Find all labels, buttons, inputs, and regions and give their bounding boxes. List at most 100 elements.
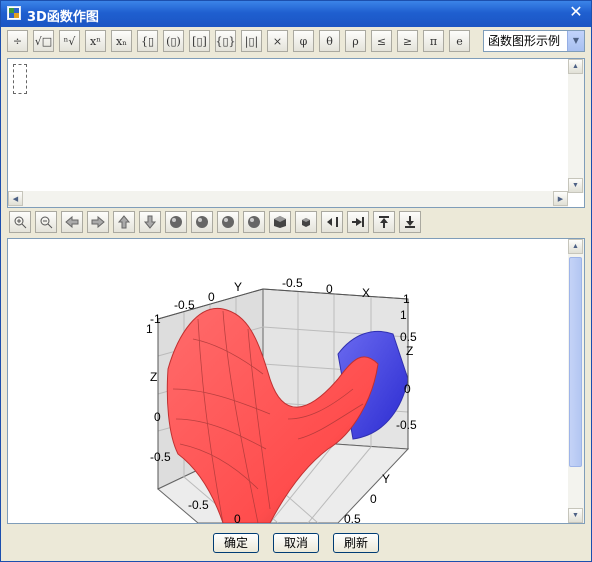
tick-label: -0.5 (282, 276, 303, 290)
close-button[interactable]: ✕ (567, 4, 585, 22)
zoom-in-button[interactable] (9, 211, 31, 233)
scroll-left-icon[interactable]: ◀ (8, 191, 23, 206)
sqrt-icon: √□ (34, 34, 53, 48)
curly-braces-button[interactable]: {▯} (215, 30, 236, 52)
braces-button[interactable]: {▯ (137, 30, 158, 52)
rotate-right-button[interactable] (87, 211, 109, 233)
tick-label: 1 (400, 308, 407, 322)
scroll-up-icon[interactable]: ▲ (568, 239, 583, 254)
abs-icon: |▯| (244, 34, 259, 48)
to-top-icon (377, 215, 391, 229)
plot-vertical-scrollbar[interactable]: ▲ ▼ (568, 239, 584, 523)
cube-small-button[interactable] (295, 211, 317, 233)
move-left-button[interactable] (321, 211, 343, 233)
formula-placeholder[interactable] (13, 64, 27, 94)
arrow-up-icon (117, 215, 131, 229)
zoom-out-button[interactable] (35, 211, 57, 233)
times-icon: × (272, 34, 283, 48)
x-axis-label: X (362, 286, 370, 300)
zoom-in-icon (13, 215, 27, 229)
tick-label: -0.5 (150, 450, 171, 464)
tick-label: 0 (326, 282, 333, 296)
rotate-down-button[interactable] (139, 211, 161, 233)
e-button[interactable]: e (449, 30, 470, 52)
phi-button[interactable]: φ (293, 30, 314, 52)
formula-toolbar: ÷ √□ ⁿ√ xⁿ xₙ {▯ (▯) [▯] {▯} |▯| × φ θ ρ ≤ ≥ π e 函数图形示例 ▼ (7, 29, 585, 55)
sphere-icon (221, 215, 235, 229)
move-right-button[interactable] (347, 211, 369, 233)
phi-icon: φ (299, 34, 308, 48)
theta-icon: θ (326, 34, 333, 48)
tick-label: 0 (370, 492, 377, 506)
example-select[interactable]: 函数图形示例 ▼ (483, 30, 585, 52)
tick-label: 0 (404, 382, 411, 396)
y-axis-label: Y (234, 280, 242, 294)
abs-button[interactable]: |▯| (241, 30, 262, 52)
braces-icon: {▯ (140, 34, 155, 48)
sqrt-button[interactable]: √□ (33, 30, 54, 52)
tick-label: -0.5 (396, 418, 417, 432)
tick-label: -0.5 (188, 498, 209, 512)
fraction-icon: ÷ (12, 34, 23, 48)
subscript-button[interactable]: xₙ (111, 30, 132, 52)
z-axis-label-left: Z (150, 370, 157, 384)
app-icon (7, 6, 21, 20)
scroll-down-icon[interactable]: ▼ (568, 178, 583, 193)
tick-label: 0.5 (344, 512, 361, 523)
tick-label: 1 (403, 292, 410, 306)
nth-root-button[interactable]: ⁿ√ (59, 30, 80, 52)
to-bottom-icon (403, 215, 417, 229)
rho-button[interactable]: ρ (345, 30, 366, 52)
tick-label: 1 (146, 322, 153, 336)
scroll-down-icon[interactable]: ▼ (568, 508, 583, 523)
e-icon: e (456, 34, 463, 48)
brackets-button[interactable]: [▯] (189, 30, 210, 52)
geq-icon: ≥ (402, 34, 413, 48)
zoom-out-icon (39, 215, 53, 229)
pi-button[interactable]: π (423, 30, 444, 52)
z-axis-label-right: Z (406, 344, 413, 358)
example-select-value: 函数图形示例 (488, 34, 561, 48)
scroll-thumb[interactable] (569, 257, 582, 467)
scroll-up-icon[interactable]: ▲ (568, 59, 583, 74)
view-2-button[interactable] (191, 211, 213, 233)
function-plot-window: 3D函数作图 ✕ ÷ √□ ⁿ√ xⁿ xₙ {▯ (▯) [▯] {▯} |▯| × φ θ ρ ≤ ≥ π e… (0, 0, 592, 562)
arrow-right-icon (91, 215, 105, 229)
chevron-down-icon[interactable]: ▼ (567, 31, 584, 51)
tick-label: 0 (234, 512, 241, 523)
refresh-button[interactable]: 刷新 (333, 533, 379, 553)
move-top-button[interactable] (373, 211, 395, 233)
view-1-button[interactable] (165, 211, 187, 233)
collapse-left-icon (325, 215, 339, 229)
view-4-button[interactable] (243, 211, 265, 233)
subscript-icon: xₙ (116, 34, 127, 48)
leq-button[interactable]: ≤ (371, 30, 392, 52)
parentheses-icon: (▯) (166, 34, 181, 48)
move-bottom-button[interactable] (399, 211, 421, 233)
cancel-button[interactable]: 取消 (273, 533, 319, 553)
view-3-button[interactable] (217, 211, 239, 233)
fraction-button[interactable]: ÷ (7, 30, 28, 52)
rotate-left-button[interactable] (61, 211, 83, 233)
rotate-up-button[interactable] (113, 211, 135, 233)
leq-icon: ≤ (376, 34, 387, 48)
pi-icon: π (429, 34, 438, 48)
dialog-buttons: 确定 取消 刷新 (1, 524, 591, 561)
scroll-right-icon[interactable]: ▶ (553, 191, 568, 206)
plot-area[interactable]: -1 -0.5 0 Y -0.5 0 X 1 1 Z 0 -0.5 1 0.5 … (7, 238, 585, 524)
editor-vertical-scrollbar[interactable]: ▲ ▼ (568, 59, 584, 193)
formula-editor[interactable]: ▲ ▼ ◀ ▶ (7, 58, 585, 208)
superscript-icon: xⁿ (90, 34, 101, 48)
window-title: 3D函数作图 (27, 10, 99, 25)
title-bar: 3D函数作图 ✕ (1, 1, 591, 27)
ok-button[interactable]: 确定 (213, 533, 259, 553)
cube-small-icon (299, 215, 313, 229)
times-button[interactable]: × (267, 30, 288, 52)
editor-horizontal-scrollbar[interactable]: ◀ ▶ (8, 191, 568, 207)
superscript-button[interactable]: xⁿ (85, 30, 106, 52)
cube-large-button[interactable] (269, 211, 291, 233)
theta-button[interactable]: θ (319, 30, 340, 52)
geq-button[interactable]: ≥ (397, 30, 418, 52)
parentheses-button[interactable]: (▯) (163, 30, 184, 52)
sphere-icon (169, 215, 183, 229)
